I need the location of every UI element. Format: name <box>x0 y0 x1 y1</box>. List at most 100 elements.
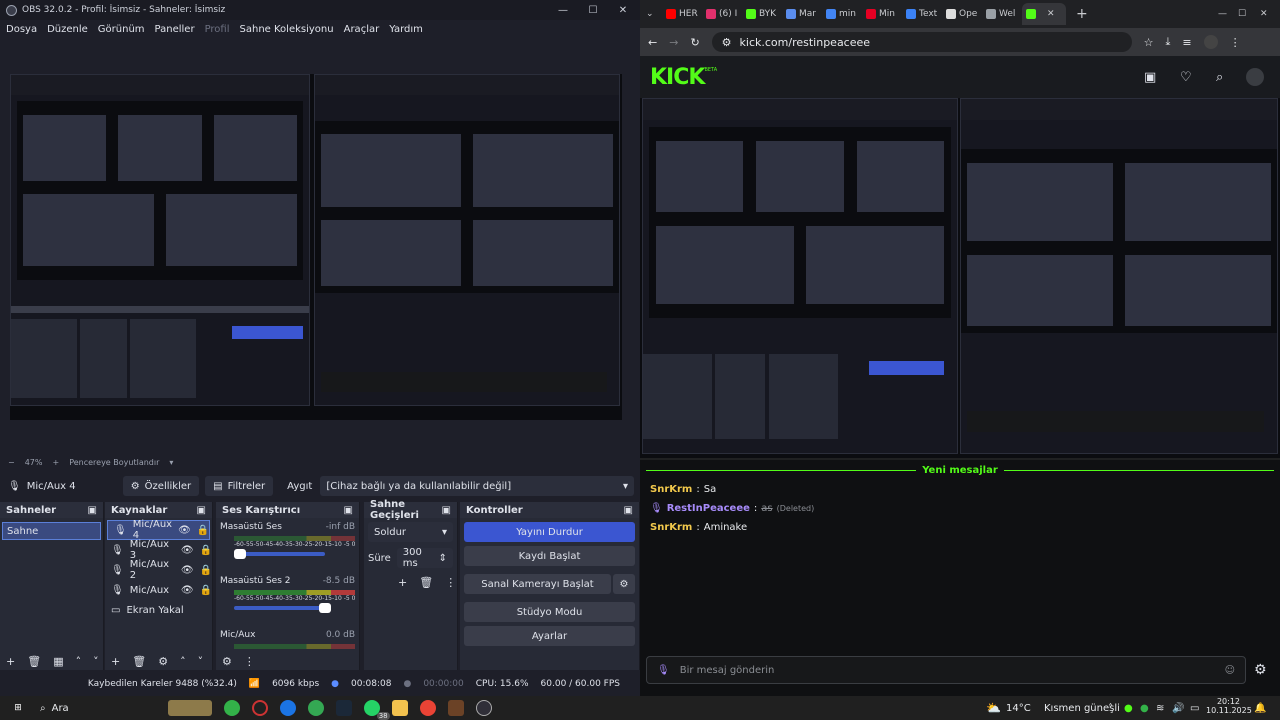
clips-icon[interactable]: ▣ <box>1144 70 1156 85</box>
trash-icon[interactable]: 🗑 <box>27 655 41 668</box>
whatsapp-icon[interactable]: 38 <box>363 700 390 720</box>
menu-duzenle[interactable]: Düzenle <box>47 24 88 35</box>
filter-icon[interactable]: ▦ <box>53 655 63 668</box>
eye-icon[interactable]: 👁 <box>178 525 191 536</box>
browser-tab[interactable]: Ope <box>942 3 982 25</box>
source-row[interactable]: 🎙 Mic/Aux 3 👁 🔒 <box>105 539 212 561</box>
tray-app-icon[interactable]: ● <box>1140 703 1149 714</box>
tray-app-icon[interactable]: ● <box>1124 703 1133 714</box>
tab-search-icon[interactable]: ⌄ <box>646 9 662 19</box>
address-bar[interactable]: ⚙ kick.com/restinpeaceee <box>711 32 1132 52</box>
new-tab-icon[interactable]: + <box>1076 6 1088 22</box>
maximize-button[interactable]: ☐ <box>578 0 608 20</box>
chrome-icon[interactable] <box>307 700 324 716</box>
chrome-alt-icon[interactable] <box>419 700 436 716</box>
trash-icon[interactable]: 🗑 <box>132 655 146 668</box>
start-recording-button[interactable]: Kaydı Başlat <box>464 546 635 566</box>
volume-slider[interactable] <box>234 603 331 613</box>
maximize-icon[interactable]: ☐ <box>1238 9 1246 19</box>
widget-image[interactable] <box>167 700 212 716</box>
transition-select[interactable]: Soldur ▾ <box>368 522 453 542</box>
more-icon[interactable]: ⋮ <box>445 576 456 589</box>
source-row[interactable]: 🎙 Mic/Aux 4 👁 🔒 <box>107 519 210 541</box>
edge-icon[interactable] <box>279 700 296 716</box>
trash-icon[interactable]: 🗑 <box>419 576 433 589</box>
chevron-down-icon[interactable]: ▾ <box>169 458 173 467</box>
notification-icon[interactable]: 🔔 <box>1254 703 1266 714</box>
start-virtual-camera-button[interactable]: Sanal Kamerayı Başlat <box>464 574 611 594</box>
close-button[interactable]: ✕ <box>608 0 638 20</box>
minimize-button[interactable]: — <box>548 0 578 20</box>
close-tab-icon[interactable]: ✕ <box>1047 9 1055 19</box>
chat-settings-gear-icon[interactable]: ⚙ <box>1254 662 1267 678</box>
stream-video[interactable] <box>640 98 1280 458</box>
gear-icon[interactable]: ⚙ <box>613 574 635 594</box>
zoom-out-button[interactable]: − <box>8 458 15 467</box>
dock-icon[interactable]: ▣ <box>197 505 206 516</box>
user-avatar[interactable] <box>1246 68 1264 86</box>
lock-icon[interactable]: 🔒 <box>200 585 212 596</box>
lock-icon[interactable]: 🔒 <box>200 545 212 556</box>
browser-tab[interactable]: min <box>822 3 862 25</box>
chevron-down-icon[interactable]: ˅ <box>93 655 99 668</box>
chevron-down-icon[interactable]: ˅ <box>198 655 204 668</box>
wifi-icon[interactable]: ≋ <box>1156 703 1164 714</box>
eye-icon[interactable]: 👁 <box>181 585 194 596</box>
chevron-up-icon[interactable]: ˄ <box>180 655 186 668</box>
menu-gorunum[interactable]: Görünüm <box>98 24 145 35</box>
dock-icon[interactable]: ▣ <box>624 505 633 516</box>
opera-icon[interactable] <box>251 700 268 716</box>
minecraft-icon[interactable] <box>447 700 464 716</box>
source-row[interactable]: 🎙 Mic/Aux 2 👁 🔒 <box>105 559 212 581</box>
browser-tab[interactable]: (6) I <box>702 3 742 25</box>
media-icon[interactable]: ≡ <box>1182 36 1191 49</box>
chat-username[interactable]: SnrKrm <box>650 522 692 533</box>
lock-icon[interactable]: 🔒 <box>197 525 209 536</box>
menu-sahne-koleksiyonu[interactable]: Sahne Koleksiyonu <box>240 24 334 35</box>
chevron-up-icon[interactable]: ˄ <box>76 655 82 668</box>
volume-icon[interactable]: 🔊 <box>1172 703 1184 714</box>
filters-button[interactable]: ▤ Filtreler <box>205 476 274 496</box>
battery-icon[interactable]: ▭ <box>1190 703 1199 714</box>
chat-username[interactable]: SnrKrm <box>650 484 692 495</box>
menu-profil[interactable]: Profil <box>205 24 230 35</box>
settings-button[interactable]: Ayarlar <box>464 626 635 646</box>
bookmark-star-icon[interactable]: ☆ <box>1144 36 1154 49</box>
browser-tab[interactable]: HER <box>662 3 702 25</box>
profile-avatar[interactable] <box>1203 35 1218 49</box>
download-icon[interactable]: ⤓ <box>1166 35 1171 49</box>
stop-stream-button[interactable]: Yayını Durdur <box>464 522 635 542</box>
fit-to-window[interactable]: Pencereye Boyutlandır <box>69 458 159 467</box>
browser-tab[interactable]: Mar <box>782 3 822 25</box>
device-select[interactable]: [Cihaz bağlı ya da kullanılabilir değil]… <box>320 476 634 496</box>
chat-input[interactable]: 🎙 Bir mesaj gönderin ☺ <box>646 656 1246 684</box>
app-icon[interactable] <box>223 700 240 716</box>
menu-icon[interactable]: ⋮ <box>1230 36 1241 49</box>
browser-tab[interactable]: Text <box>902 3 942 25</box>
reload-icon[interactable]: ↻ <box>690 36 699 49</box>
add-icon[interactable]: + <box>398 576 407 589</box>
menu-yardim[interactable]: Yardım <box>389 24 423 35</box>
minimize-icon[interactable]: — <box>1218 9 1227 19</box>
duration-input[interactable]: 300 ms ⇕ <box>396 547 453 569</box>
clock[interactable]: 20:12 10.11.2025 <box>1206 697 1252 715</box>
volume-slider[interactable] <box>234 549 325 559</box>
eye-icon[interactable]: 👁 <box>181 545 194 556</box>
back-icon[interactable]: ← <box>648 36 657 49</box>
taskbar-search[interactable]: Ara <box>52 703 162 714</box>
studio-mode-button[interactable]: Stüdyo Modu <box>464 602 635 622</box>
forward-icon[interactable]: → <box>669 36 678 49</box>
notes-icon[interactable] <box>391 700 408 716</box>
preview-canvas[interactable] <box>10 74 622 420</box>
search-icon[interactable]: ⌕ <box>1216 70 1223 85</box>
site-info-icon[interactable]: ⚙ <box>722 36 732 49</box>
chat-username[interactable]: RestInPeaceee <box>667 503 750 514</box>
menu-dosya[interactable]: Dosya <box>6 24 37 35</box>
steam-icon[interactable] <box>335 700 352 716</box>
heart-icon[interactable]: ♡ <box>1180 70 1192 85</box>
add-icon[interactable]: + <box>6 655 15 668</box>
tray-chevron-icon[interactable]: ˄ <box>1108 703 1113 714</box>
menu-araclar[interactable]: Araçlar <box>344 24 380 35</box>
gear-icon[interactable]: ⚙ <box>158 655 168 668</box>
scene-item[interactable]: Sahne <box>2 522 101 540</box>
